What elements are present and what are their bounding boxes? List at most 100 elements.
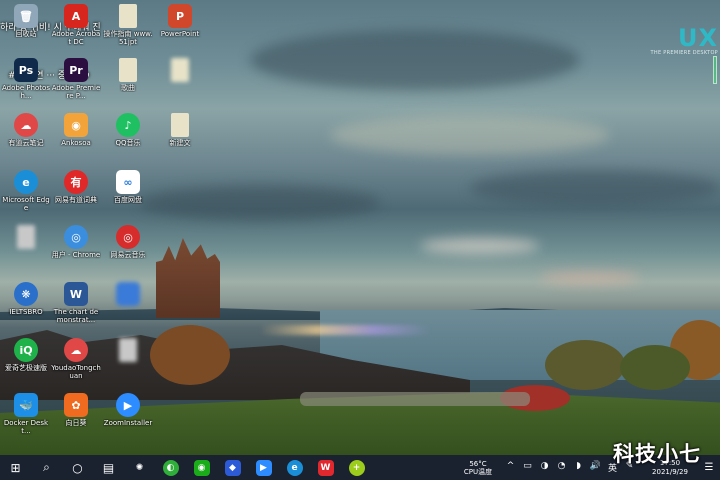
docker-icon: 🐳 bbox=[14, 393, 38, 417]
taskbar-app-plus-app[interactable]: + bbox=[341, 455, 372, 480]
desktop-icon-iqiyi[interactable]: iQ 爱奇艺极速版 bbox=[2, 338, 50, 392]
word-demo-icon: W bbox=[64, 282, 88, 306]
desktop-icon-label: PowerPoint bbox=[160, 30, 200, 38]
taskbar-app-edge[interactable]: e bbox=[279, 455, 310, 480]
desktop-icon-ankora[interactable]: ◉ Ankosoa bbox=[52, 113, 100, 167]
wallpaper-cloud bbox=[470, 170, 720, 206]
show-hidden-icons[interactable]: ^ bbox=[502, 461, 519, 474]
desktop-icon-file-6[interactable] bbox=[104, 338, 152, 392]
taskbar-app-zoom[interactable]: ▶ bbox=[248, 455, 279, 480]
start-button[interactable]: ⊞ bbox=[0, 455, 31, 480]
green-tray-icon[interactable]: ◔ bbox=[553, 461, 570, 474]
task-view-icon[interactable]: ▤ bbox=[93, 455, 124, 480]
taskbar-app-green-app[interactable]: ◐ bbox=[155, 455, 186, 480]
desktop-icon-label: ZoomInstaller bbox=[103, 419, 153, 427]
desktop-icon-chrome[interactable]: ◎ 用户 - Chrome bbox=[52, 225, 100, 279]
taskbar-app-pinwheel-app[interactable]: ✺ bbox=[124, 455, 155, 480]
wallpaper-tree bbox=[620, 345, 690, 390]
powerpoint-icon: P bbox=[168, 4, 192, 28]
desktop-icon-file-2[interactable]: 歌曲 bbox=[104, 58, 152, 112]
taskbar-app-wechat[interactable]: ◉ bbox=[186, 455, 217, 480]
plus-app-icon: + bbox=[348, 459, 365, 476]
desktop-icon-youdao-tongchuan[interactable]: ☁ YoudaoTongchuan bbox=[51, 338, 101, 392]
desktop-icon-label: 新建文 bbox=[169, 139, 191, 147]
desktop-icon-adobe-acrobat[interactable]: A Adobe Acrobat DC bbox=[52, 4, 100, 58]
zoom-icon: ▶ bbox=[255, 459, 272, 476]
wallpaper-cloud bbox=[330, 115, 610, 155]
cpu-temperature[interactable]: 56°C CPU温度 bbox=[458, 460, 498, 476]
wallpaper-cloud bbox=[420, 238, 540, 254]
baidu-pan-icon: ∞ bbox=[116, 170, 140, 194]
desktop-icon-cloud-app[interactable]: ☁ 有道云笔记 bbox=[2, 113, 50, 167]
desktop-icon-docker[interactable]: 🐳 Docker Deskt... bbox=[2, 393, 50, 447]
desktop-icon-label: 网易云音乐 bbox=[110, 251, 146, 259]
wechat-icon: ◉ bbox=[193, 459, 210, 476]
photoshop-icon: Ps bbox=[14, 58, 38, 82]
wallpaper-city-lights bbox=[260, 325, 430, 335]
desktop-icon-label: YoudaoTongchuan bbox=[51, 364, 101, 380]
adobe-acrobat-icon: A bbox=[64, 4, 88, 28]
wallpaper-tree bbox=[150, 325, 230, 385]
taskbar-app-wps[interactable]: W bbox=[310, 455, 341, 480]
file-51jpt-icon bbox=[119, 4, 137, 28]
desktop-icon-xiangrikui[interactable]: ✿ 向日葵 bbox=[52, 393, 100, 447]
desktop-icon-file-4[interactable]: 新建文 bbox=[156, 113, 204, 167]
desktop-icon-qq-music[interactable]: ♪ QQ音乐 bbox=[104, 113, 152, 167]
desktop-icon-blur-app[interactable] bbox=[104, 282, 152, 336]
corner-watermark: 科技小七 bbox=[613, 442, 701, 466]
desktop-icon-netease-music[interactable]: ◎ 网易云音乐 bbox=[104, 225, 152, 279]
ux-logo: UX bbox=[678, 24, 718, 52]
netease-music-icon: ◎ bbox=[116, 225, 140, 249]
taskbar-app-blue-app[interactable]: ◆ bbox=[217, 455, 248, 480]
volume-icon[interactable]: 🔊 bbox=[587, 461, 604, 474]
wifi-icon[interactable]: ◗ bbox=[570, 461, 587, 474]
wallpaper-castle bbox=[156, 238, 220, 318]
desktop-icon-label: Adobe Premiere P... bbox=[51, 84, 101, 100]
desktop-icon-file-51jpt[interactable]: 操作指南 www.51jpt bbox=[104, 4, 152, 58]
desktop-icon-edge[interactable]: e Microsoft Edge bbox=[2, 170, 50, 224]
xiangrikui-icon: ✿ bbox=[64, 393, 88, 417]
file-2-icon bbox=[119, 58, 137, 82]
desktop-icon-label: 有道云笔记 bbox=[8, 139, 44, 147]
search-icon[interactable]: ⌕ bbox=[31, 455, 62, 480]
desktop-icon-zoom[interactable]: ▶ ZoomInstaller bbox=[104, 393, 152, 447]
desktop-wallpaper: 하라 왕 쉬비! 시 구해줘 진 # 8화 연 ··· 중 UHD UX THE… bbox=[0, 0, 720, 455]
desktop-icon-file-5[interactable] bbox=[2, 225, 50, 279]
desktop-icon-ieltsbro[interactable]: ❋ IELTSBRO bbox=[2, 282, 50, 336]
desktop-icon-premiere[interactable]: Pr Adobe Premiere P... bbox=[52, 58, 100, 112]
desktop-icon-label: 歌曲 bbox=[121, 84, 135, 92]
battery-icon[interactable]: ▭ bbox=[519, 461, 536, 474]
zoom-icon: ▶ bbox=[116, 393, 140, 417]
desktop-icon-baidu-pan[interactable]: ∞ 百度网盘 bbox=[104, 170, 152, 224]
desktop-icon-powerpoint[interactable]: P PowerPoint bbox=[156, 4, 204, 58]
notification-icon[interactable]: ☰ bbox=[698, 462, 720, 473]
app-tray-icon[interactable]: ◑ bbox=[536, 461, 553, 474]
cpu-temp-label: CPU温度 bbox=[463, 467, 493, 476]
desktop-icon-recycle-bin[interactable]: 🗑 回收站 bbox=[2, 4, 50, 58]
desktop-icon-label: 回收站 bbox=[15, 30, 37, 38]
wps-icon: W bbox=[317, 459, 334, 476]
wallpaper-cloud bbox=[250, 30, 580, 90]
wallpaper-cloud bbox=[540, 272, 640, 284]
desktop-icon-label: The chart demonstrat... bbox=[53, 308, 99, 324]
file-3-icon bbox=[171, 58, 189, 82]
desktop-icon-label: Adobe Acrobat DC bbox=[51, 30, 101, 46]
desktop-icon-youdao-dict[interactable]: 有网易有道词典 bbox=[52, 170, 100, 224]
qq-music-icon: ♪ bbox=[116, 113, 140, 137]
desktop-icon-label: IELTSBRO bbox=[9, 308, 43, 316]
desktop-icon-word-demo[interactable]: W The chart demonstrat... bbox=[52, 282, 100, 336]
meter-icon bbox=[713, 56, 717, 84]
pinwheel-app-icon: ✺ bbox=[131, 459, 148, 476]
desktop-icon-photoshop[interactable]: Ps Adobe Photosh... bbox=[2, 58, 50, 112]
cloud-app-icon: ☁ bbox=[14, 113, 38, 137]
wallpaper-path bbox=[300, 392, 530, 406]
desktop-icon-label: Microsoft Edge bbox=[2, 196, 50, 212]
desktop-icon-label: Adobe Photosh... bbox=[2, 84, 50, 100]
edge-icon: e bbox=[14, 170, 38, 194]
cortana-icon[interactable]: ○ bbox=[62, 455, 93, 480]
cpu-temp-value: 56°C bbox=[469, 459, 487, 468]
desktop-icon-label: 百度网盘 bbox=[114, 196, 142, 204]
ux-watermark: UX THE PREMIERE DESKTOP bbox=[651, 26, 718, 56]
desktop-icon-label: 爱奇艺极速版 bbox=[5, 364, 47, 372]
desktop-icon-file-3[interactable] bbox=[156, 58, 204, 112]
